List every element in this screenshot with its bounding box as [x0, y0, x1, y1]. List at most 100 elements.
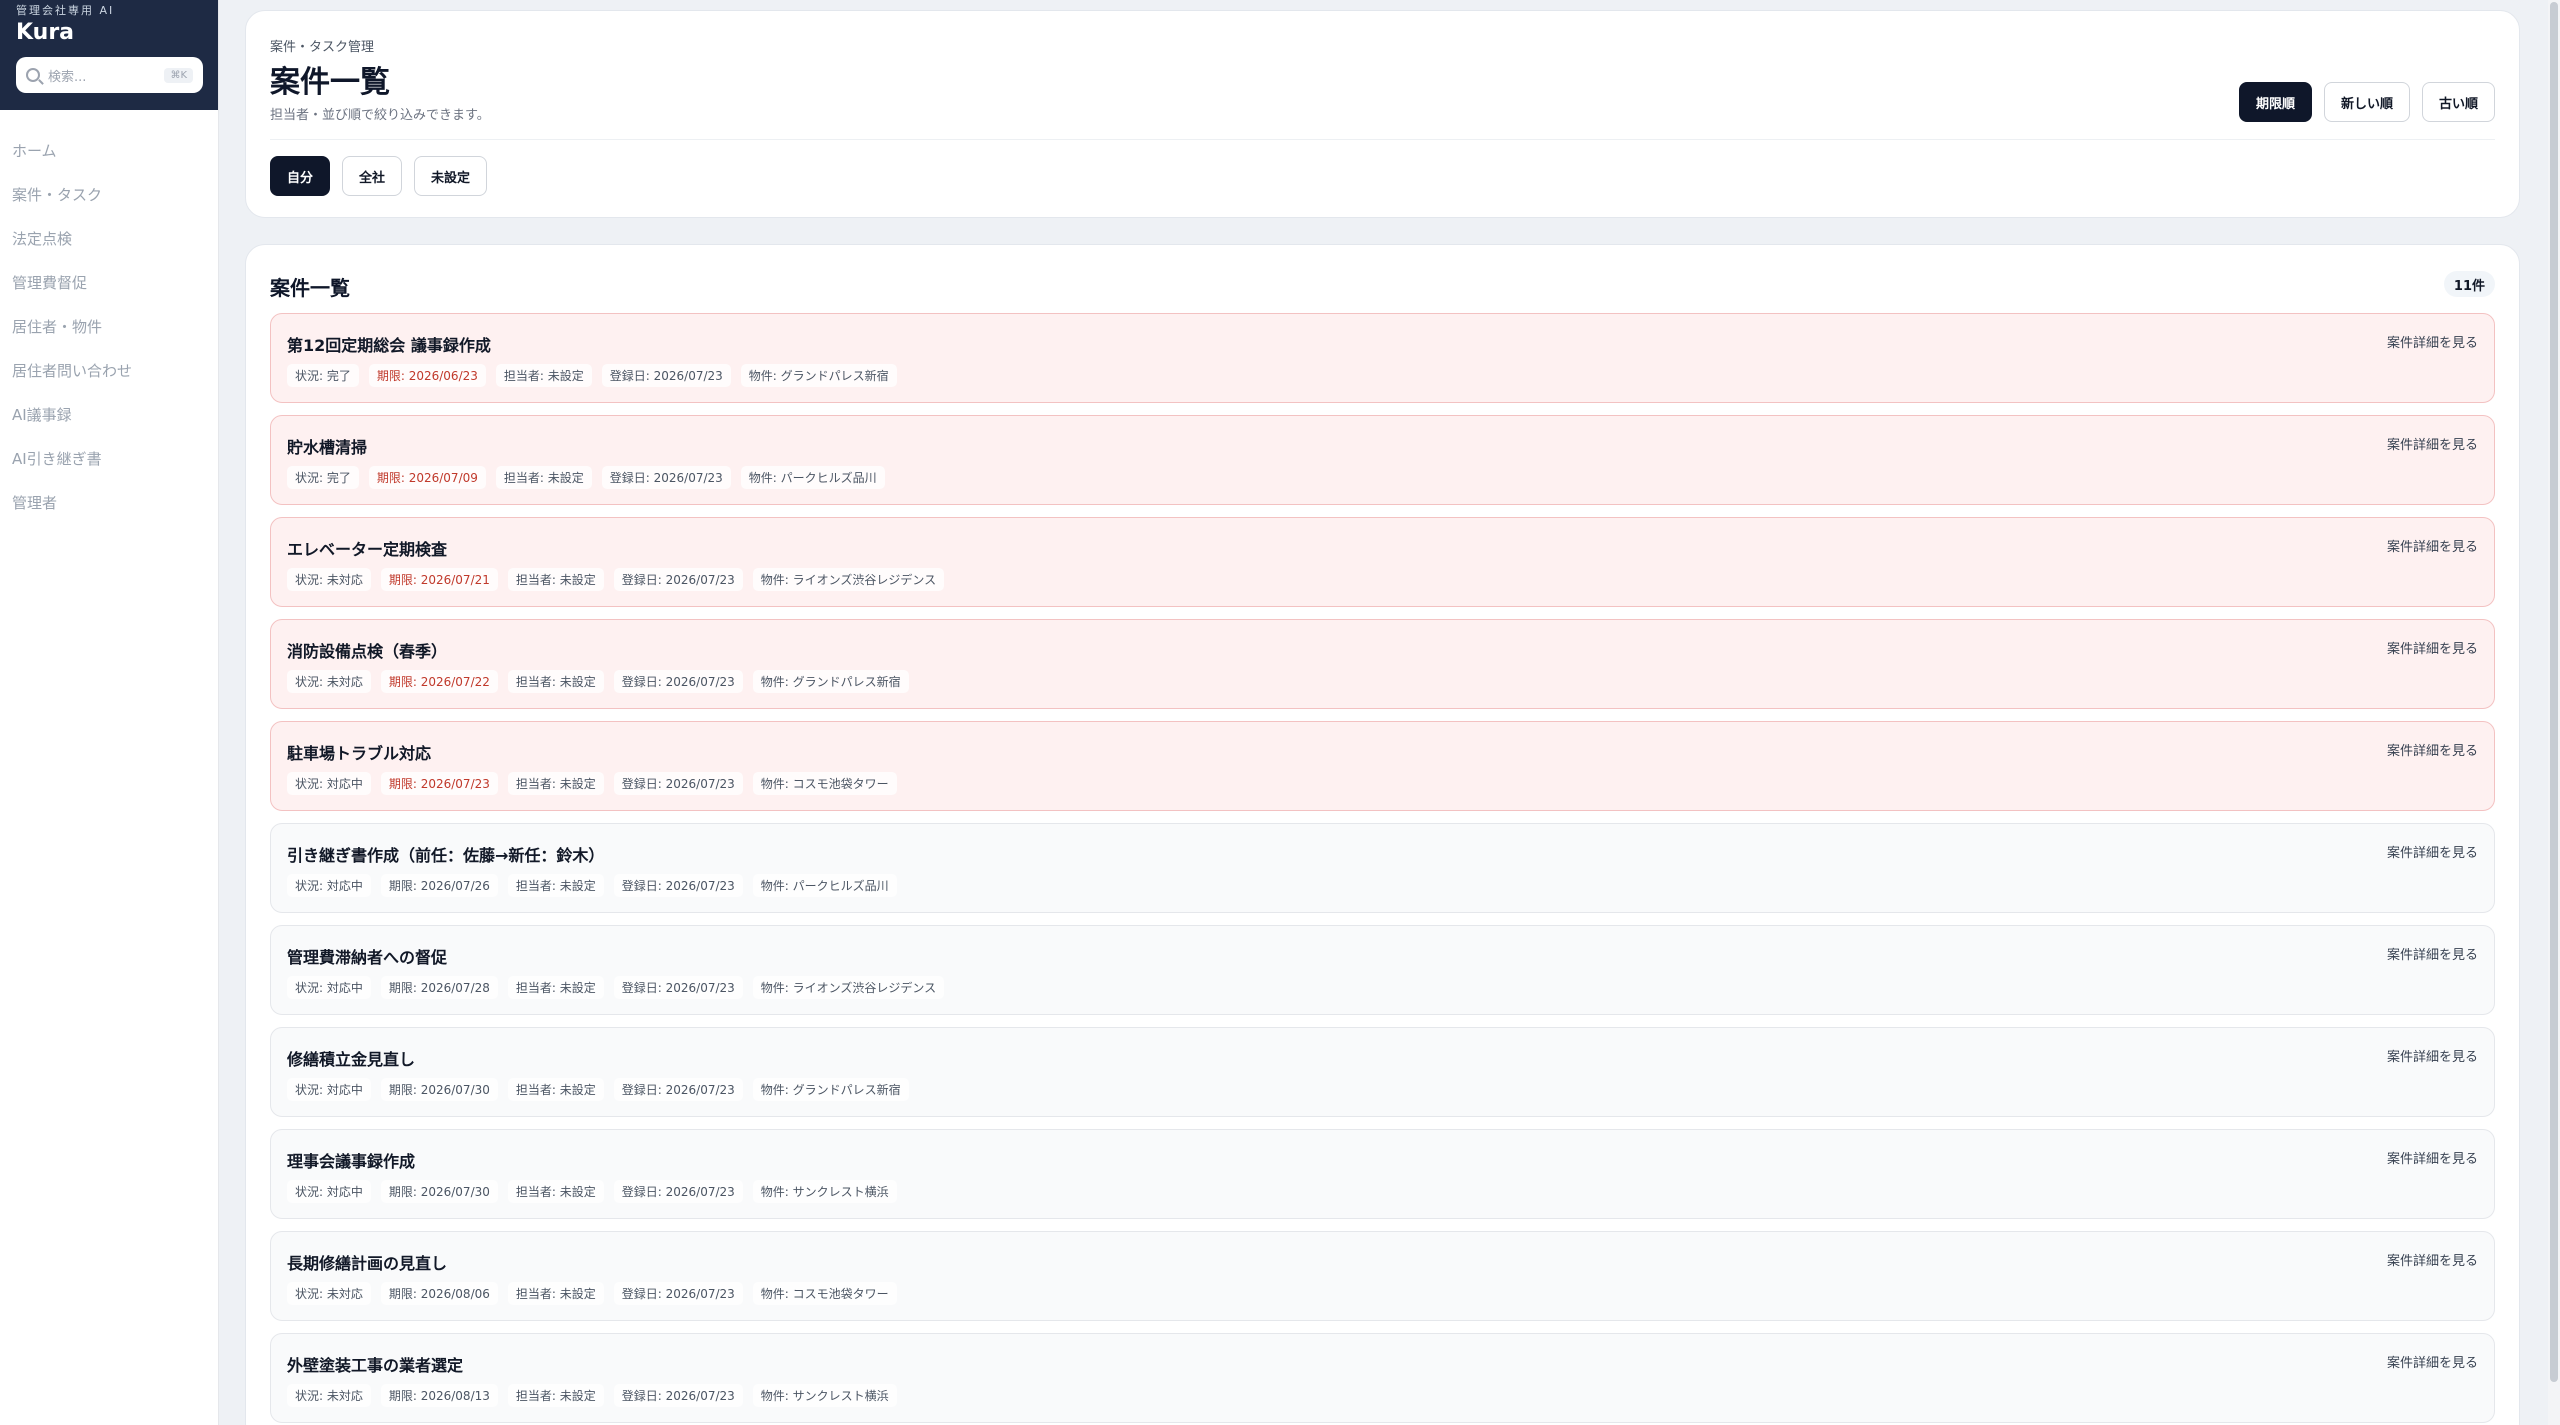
task-title[interactable]: 引き継ぎ書作成（前任：佐藤→新任：鈴木）	[287, 842, 604, 866]
task-row[interactable]: エレベーター定期検査 案件詳細を見る状況: 未対応 期限: 2026/07/21 担当…	[270, 517, 2495, 607]
filter-button[interactable]: 全社	[342, 156, 403, 196]
task-title[interactable]: 管理費滞納者への督促	[287, 944, 447, 968]
status-tag: 状況: 完了	[287, 466, 359, 489]
due-date-tag: 期限: 2026/07/23	[380, 772, 498, 795]
task-title[interactable]: 修繕積立金見直し	[287, 1046, 415, 1070]
task-detail-link[interactable]: 案件詳細を見る	[2387, 1250, 2478, 1269]
registered-date-tag: 登録日: 2026/07/23	[601, 466, 731, 489]
search-input[interactable]: 検索...	[48, 66, 164, 85]
breadcrumb: 案件・タスク管理	[270, 40, 375, 55]
sidebar-item[interactable]: 居住者問い合わせ	[0, 348, 218, 392]
search-box[interactable]: 検索... ⌘K	[16, 57, 203, 93]
page-title: 案件一覧	[270, 65, 390, 100]
search-shortcut-badge: ⌘K	[164, 67, 193, 83]
task-row[interactable]: 長期修繕計画の見直し 案件詳細を見る 状況: 未対応 期限: 2026/08/06 担当…	[270, 1231, 2495, 1321]
status-tag: 状況: 未対応	[287, 568, 371, 591]
task-title[interactable]: 第12回定期総会 議事録作成	[287, 332, 491, 356]
task-meta: 状況: 未対応 期限: 2026/07/22 担当者: 未設定 登録日: 2026/0…	[287, 670, 909, 693]
sidebar: 管理会社専用 AI Kura 検索... ⌘K ホーム 案件・タスク 法定点検 管理費…	[0, 0, 219, 1425]
property-tag: 物件: ライオンズ渋谷レジデンス	[752, 568, 945, 591]
due-date-tag: 期限: 2026/07/30	[380, 1180, 498, 1203]
registered-date-tag: 登録日: 2026/07/23	[613, 1180, 743, 1203]
task-title[interactable]: 消防設備点検（春季）	[287, 638, 447, 662]
task-detail-link[interactable]: 案件詳細を見る	[2387, 842, 2478, 861]
task-meta: 状況: 未対応 期限: 2026/07/21 担当者: 未設定 登録日: 2026/0…	[287, 568, 945, 591]
task-detail-link[interactable]: 案件詳細を見る	[2387, 1352, 2478, 1371]
registered-date-tag: 登録日: 2026/07/23	[613, 1282, 743, 1305]
task-detail-link[interactable]: 案件詳細を見る	[2387, 332, 2478, 351]
task-detail-link[interactable]: 案件詳細を見る	[2387, 536, 2478, 555]
header-card: 案件・タスク管理 案件一覧 担当者・並び順で絞り込みできます。 期限順 新しい順古…	[245, 10, 2520, 218]
assignee-tag: 担当者: 未設定	[507, 874, 604, 897]
due-date-tag: 期限: 2026/07/28	[380, 976, 498, 999]
brand-logo[interactable]: Kura	[16, 20, 74, 45]
assignee-filter-group: 自分 全社 未設定	[270, 156, 488, 196]
property-tag: 物件: パークヒルズ品川	[752, 874, 897, 897]
sidebar-item[interactable]: 管理費督促	[0, 260, 218, 304]
task-meta: 状況: 対応中 期限: 2026/07/28 担当者: 未設定 登録日: 2026/0…	[287, 976, 945, 999]
task-title[interactable]: 貯水槽清掃	[287, 434, 367, 458]
task-meta: 状況: 対応中 期限: 2026/07/30 担当者: 未設定 登録日: 2026/0…	[287, 1180, 897, 1203]
sort-button[interactable]: 古い順	[2421, 82, 2495, 122]
task-row[interactable]: 消防設備点検（春季） 案件詳細を見る状況: 未対応 期限: 2026/07/22 担当…	[270, 619, 2495, 709]
task-detail-link[interactable]: 案件詳細を見る	[2387, 740, 2478, 759]
filter-button[interactable]: 自分	[270, 156, 331, 196]
property-tag: 物件: コスモ池袋タワー	[752, 772, 897, 795]
task-title[interactable]: 理事会議事録作成	[287, 1148, 415, 1172]
task-title[interactable]: 長期修繕計画の見直し	[287, 1250, 447, 1274]
task-row[interactable]: 管理費滞納者への督促 案件詳細を見る状況: 対応中 期限: 2026/07/28 担当…	[270, 925, 2495, 1015]
task-detail-link[interactable]: 案件詳細を見る	[2387, 1148, 2478, 1167]
task-row[interactable]: 駐車場トラブル対応 案件詳細を見る状況: 対応中 期限: 2026/07/23 担当者…	[270, 721, 2495, 811]
sidebar-item[interactable]: ホーム	[0, 128, 218, 172]
status-tag: 状況: 対応中	[287, 772, 371, 795]
sort-button[interactable]: 期限順	[2238, 82, 2312, 122]
task-list: 第12回定期総会 議事録作成 案件詳細を見る 状況: 完了 期限: 2026/06/2…	[270, 313, 2495, 1425]
task-meta: 状況: 対応中 期限: 2026/07/26 担当者: 未設定 登録日: 2026/0…	[287, 874, 897, 897]
property-tag: 物件: グランドパレス新宿	[752, 1078, 909, 1101]
sort-button-group: 期限順 新しい順 古い順	[2238, 82, 2495, 122]
assignee-tag: 担当者: 未設定	[507, 772, 604, 795]
property-tag: 物件: サンクレスト横浜	[752, 1180, 897, 1203]
task-row[interactable]: 第12回定期総会 議事録作成 案件詳細を見る 状況: 完了 期限: 2026/06/2…	[270, 313, 2495, 403]
task-row[interactable]: 貯水槽清掃 案件詳細を見る状況: 完了 期限: 2026/07/09 担当者: 未設定…	[270, 415, 2495, 505]
task-detail-link[interactable]: 案件詳細を見る	[2387, 638, 2478, 657]
sidebar-item[interactable]: 案件・タスク	[0, 172, 218, 216]
registered-date-tag: 登録日: 2026/07/23	[613, 670, 743, 693]
assignee-tag: 担当者: 未設定	[495, 364, 592, 387]
sidebar-item[interactable]: 管理者	[0, 480, 218, 524]
scrollbar-thumb[interactable]	[2550, 2, 2558, 1382]
property-tag: 物件: ライオンズ渋谷レジデンス	[752, 976, 945, 999]
sort-button[interactable]: 新しい順	[2323, 82, 2410, 122]
assignee-tag: 担当者: 未設定	[495, 466, 592, 489]
list-title: 案件一覧	[270, 276, 350, 300]
task-title[interactable]: エレベーター定期検査	[287, 536, 447, 560]
status-tag: 状況: 対応中	[287, 1180, 371, 1203]
status-tag: 状況: 完了	[287, 364, 359, 387]
status-tag: 状況: 対応中	[287, 874, 371, 897]
task-detail-link[interactable]: 案件詳細を見る	[2387, 1046, 2478, 1065]
search-icon	[26, 68, 40, 82]
assignee-tag: 担当者: 未設定	[507, 568, 604, 591]
task-title[interactable]: 駐車場トラブル対応	[287, 740, 431, 764]
task-title[interactable]: 外壁塗装工事の業者選定	[287, 1352, 463, 1376]
task-row[interactable]: 引き継ぎ書作成（前任：佐藤→新任：鈴木） 案件詳細を見る状況: 対応中 期限: 20…	[270, 823, 2495, 913]
task-meta: 状況: 完了 期限: 2026/07/09 担当者: 未設定 登録日: 2026/07…	[287, 466, 885, 489]
registered-date-tag: 登録日: 2026/07/23	[601, 364, 731, 387]
scrollbar[interactable]	[2548, 0, 2560, 1425]
filter-button[interactable]: 未設定	[414, 156, 488, 196]
task-detail-link[interactable]: 案件詳細を見る	[2387, 944, 2478, 963]
page-description: 担当者・並び順で絞り込みできます。	[270, 108, 490, 123]
task-detail-link[interactable]: 案件詳細を見る	[2387, 434, 2478, 453]
task-row[interactable]: 外壁塗装工事の業者選定 案件詳細を見る 状況: 未対応 期限: 2026/08/13 担…	[270, 1333, 2495, 1423]
sidebar-item[interactable]: AI議事録	[0, 392, 218, 436]
property-tag: 物件: パークヒルズ品川	[740, 466, 885, 489]
task-row[interactable]: 修繕積立金見直し 案件詳細を見る 状況: 対応中 期限: 2026/07/30 担当者:…	[270, 1027, 2495, 1117]
registered-date-tag: 登録日: 2026/07/23	[613, 976, 743, 999]
sidebar-item[interactable]: 法定点検	[0, 216, 218, 260]
sidebar-item[interactable]: 居住者・物件	[0, 304, 218, 348]
due-date-tag: 期限: 2026/07/30	[380, 1078, 498, 1101]
sidebar-item[interactable]: AI引き継ぎ書	[0, 436, 218, 480]
task-list-card: 案件一覧 11件 第12回定期総会 議事録作成 案件詳細を見る 状況: 完了 期限: …	[245, 244, 2520, 1425]
task-row[interactable]: 理事会議事録作成 案件詳細を見る状況: 対応中 期限: 2026/07/30 担当者:…	[270, 1129, 2495, 1219]
registered-date-tag: 登録日: 2026/07/23	[613, 1384, 743, 1407]
